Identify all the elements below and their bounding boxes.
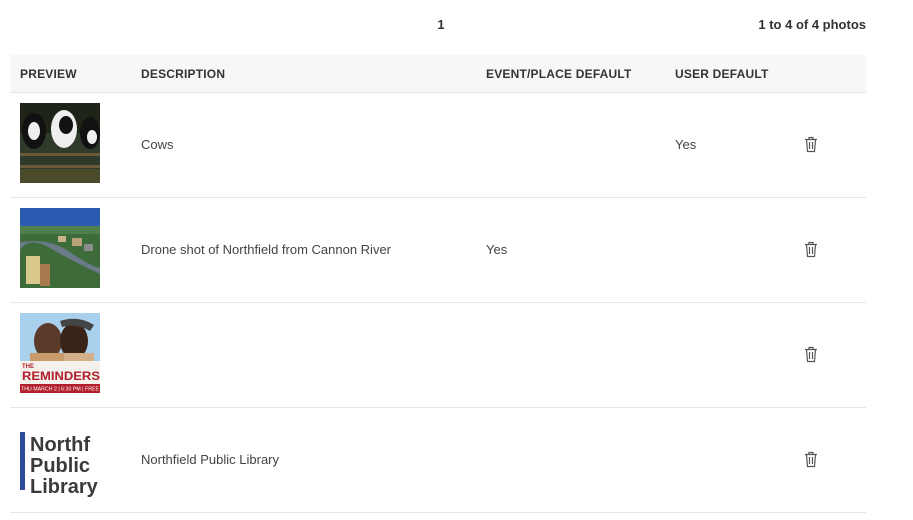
table-row: Northf Public Library Northfield Public …: [10, 408, 866, 513]
table-row: Drone shot of Northfield from Cannon Riv…: [10, 198, 866, 303]
column-event-default: EVENT/PLACE DEFAULT: [486, 67, 632, 81]
poster-date-text: THU MARCH 2 | 6:30 PM | FREE: [21, 387, 100, 393]
trash-icon[interactable]: [804, 451, 818, 468]
column-description: DESCRIPTION: [141, 67, 226, 81]
pagination-bar: 1 1 to 4 of 4 photos: [10, 0, 866, 55]
photo-thumbnail[interactable]: Northf Public Library: [20, 418, 100, 498]
photos-table: PREVIEW DESCRIPTION EVENT/PLACE DEFAULT …: [10, 55, 866, 513]
trash-icon[interactable]: [804, 136, 818, 153]
logo-line-1: Northf: [30, 434, 90, 456]
trash-icon[interactable]: [804, 346, 818, 363]
column-preview: PREVIEW: [20, 67, 77, 81]
logo-line-3: Library: [30, 476, 99, 498]
row-event-default: Yes: [486, 242, 508, 257]
logo-line-2: Public: [30, 455, 90, 477]
row-description: Northfield Public Library: [141, 452, 280, 467]
column-user-default: USER DEFAULT: [675, 67, 769, 81]
photo-thumbnail[interactable]: [20, 103, 100, 183]
photo-thumbnail[interactable]: [20, 208, 100, 288]
photo-thumbnail[interactable]: THE REMINDERS THU MARCH 2 | 6:30 PM | FR…: [20, 313, 100, 393]
trash-icon[interactable]: [804, 241, 818, 258]
row-user-default: Yes: [675, 137, 697, 152]
page-1-link[interactable]: 1: [434, 17, 448, 32]
row-description: Cows: [141, 137, 174, 152]
poster-title-text: REMINDERS: [22, 369, 100, 383]
table-header: PREVIEW DESCRIPTION EVENT/PLACE DEFAULT …: [10, 55, 866, 93]
photo-count: 1 to 4 of 4 photos: [758, 17, 866, 32]
table-row: Cows Yes: [10, 93, 866, 198]
row-description: Drone shot of Northfield from Cannon Riv…: [141, 242, 392, 257]
table-row: THE REMINDERS THU MARCH 2 | 6:30 PM | FR…: [10, 303, 866, 408]
